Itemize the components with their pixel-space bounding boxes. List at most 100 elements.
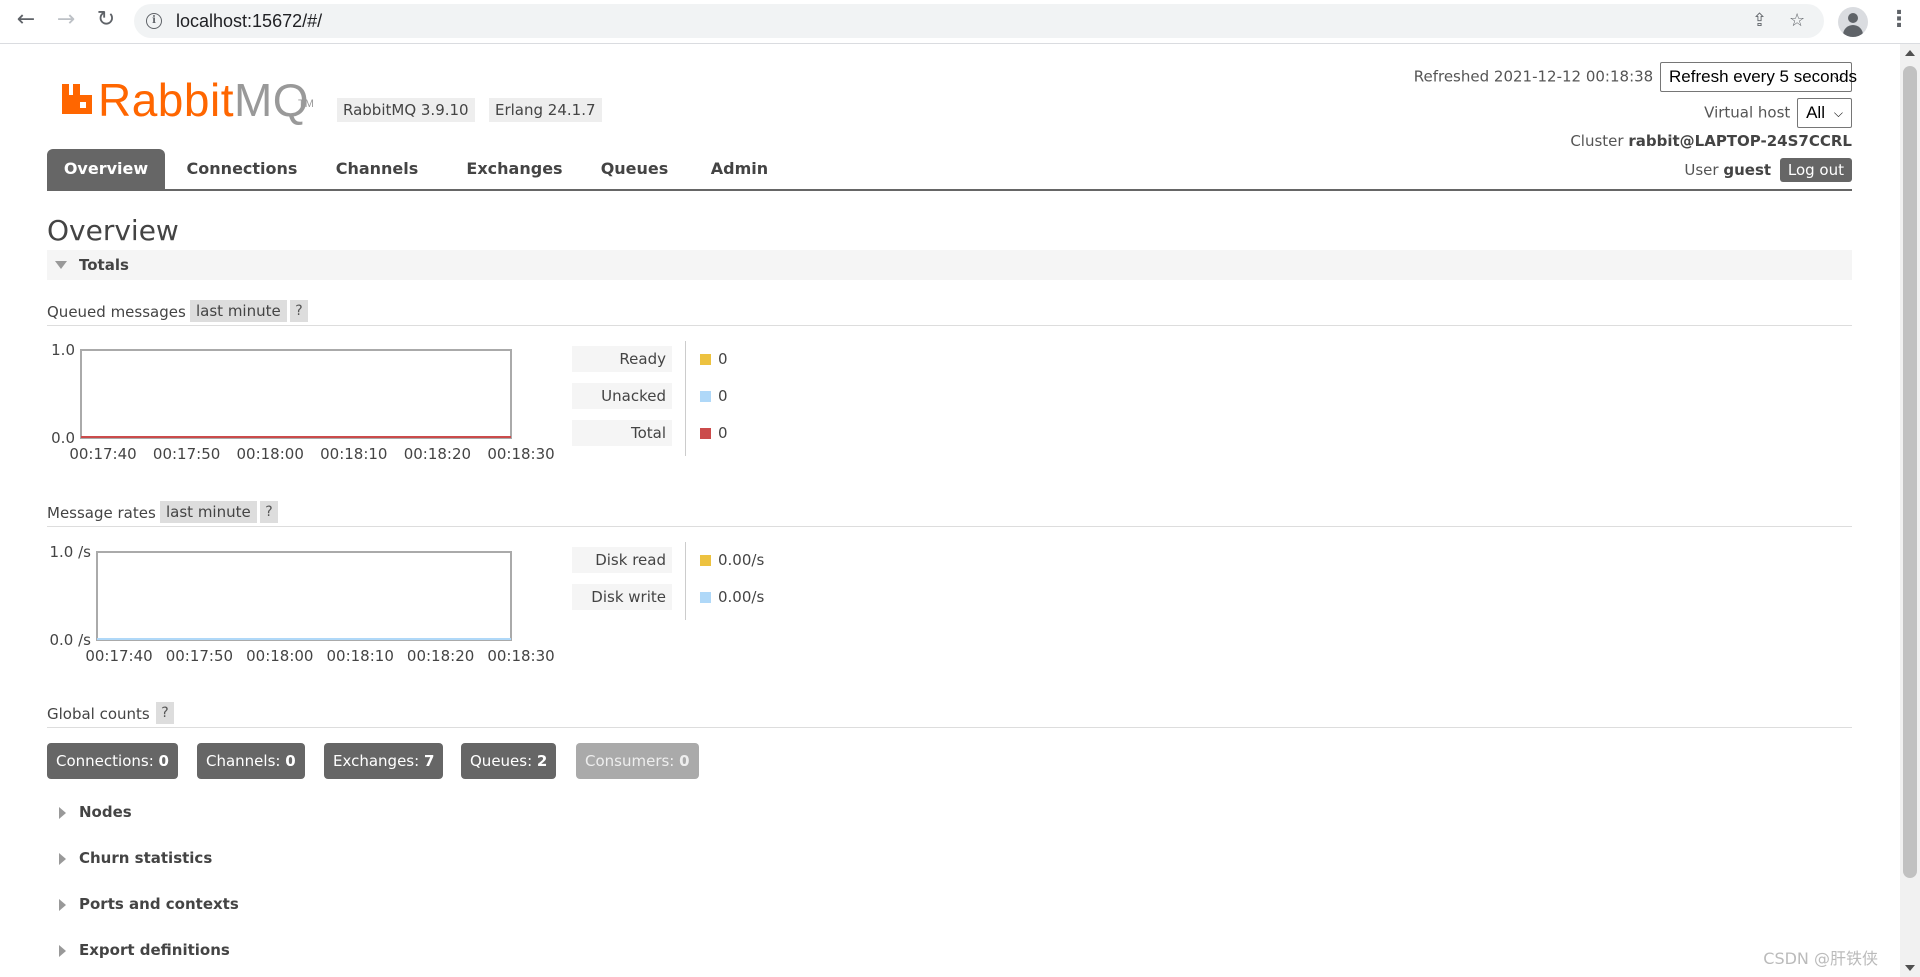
scroll-down-arrow-icon[interactable]: [1905, 965, 1915, 971]
x-tick-label: 00:17:50: [166, 647, 233, 665]
chevron-down-icon: ⌵: [1833, 106, 1843, 120]
section-label: Nodes: [79, 803, 132, 821]
count-value: 7: [423, 752, 435, 770]
logo-text-rabbit: Rabbit: [98, 74, 234, 126]
section-nodes[interactable]: Nodes: [47, 801, 847, 827]
legend-divider: [685, 341, 686, 456]
legend-divider: [685, 542, 686, 620]
legend-value: 0.00/s: [718, 551, 765, 569]
main-nav-tabs: Overview Connections Channels Exchanges …: [47, 149, 1852, 191]
vhost-select[interactable]: All ⌵: [1797, 98, 1852, 128]
legend-value: 0: [718, 350, 728, 368]
message-rates-chart-svg: 1.0 /s0.0 /s00:17:40 00:17:50 00:18:00 00:1…: [50, 543, 555, 665]
rabbitmq-version-badge: RabbitMQ 3.9.10: [337, 98, 475, 122]
tab-overview[interactable]: Overview: [47, 149, 165, 189]
browser-toolbar: ← → ↻ i localhost:15672/#/ ⇪ ☆ ⋮: [0, 0, 1920, 44]
browser-menu-icon[interactable]: ⋮: [1888, 8, 1910, 32]
queued-messages-chart-svg: 1.00.000:17:40 00:17:50 00:18:00 00:18:10 00…: [51, 341, 555, 463]
collapsed-triangle-icon: [59, 899, 66, 911]
legend-label-total: Total: [572, 420, 672, 446]
legend-swatch: [700, 592, 711, 603]
x-tick-label: 00:18:30: [487, 647, 554, 665]
legend-value: 0.00/s: [718, 588, 765, 606]
global-counts-header: Global counts ?: [47, 701, 1852, 728]
section-export-definitions[interactable]: Export definitions: [47, 939, 847, 965]
count-label: Consumers:: [585, 752, 680, 770]
legend-swatch: [700, 391, 711, 402]
legend-swatch: [700, 428, 711, 439]
message-rates-help-button[interactable]: ?: [260, 501, 278, 523]
vhost-value: All: [1806, 103, 1825, 122]
message-rates-chart: 1.0 /s 0.0 /s 00:17:40 00:17:50 00:18:00 00:1…: [38, 542, 558, 676]
count-label: Exchanges:: [333, 752, 424, 770]
global-counts-title: Global counts: [47, 705, 150, 723]
totals-section-header[interactable]: Totals: [47, 250, 1852, 280]
watermark-text: CSDN @肝铁侠: [1763, 949, 1878, 968]
address-bar[interactable]: i localhost:15672/#/ ⇪ ☆: [134, 4, 1824, 38]
refresh-interval-select[interactable]: Refresh every 5 seconds ⌵: [1660, 62, 1857, 92]
scroll-up-arrow-icon[interactable]: [1905, 50, 1915, 56]
url-text[interactable]: localhost:15672/#/: [176, 11, 322, 32]
y-tick-label: 1.0: [51, 341, 75, 359]
legend-label-disk-read: Disk read: [572, 547, 672, 573]
queued-messages-chart: 1.0 0.0 00:17:40 00:17:50 00:18:00 00:18:10 00…: [38, 340, 558, 474]
section-label: Export definitions: [79, 941, 230, 959]
collapsed-triangle-icon: [59, 945, 66, 957]
global-counts-help-button[interactable]: ?: [156, 702, 174, 724]
count-queues-button[interactable]: Queues: 2: [461, 743, 557, 779]
x-tick-label: 00:18:10: [327, 647, 394, 665]
count-exchanges-button[interactable]: Exchanges: 7: [324, 743, 444, 779]
tab-queues[interactable]: Queues: [592, 149, 677, 189]
tab-channels[interactable]: Channels: [327, 149, 427, 189]
queued-messages-header: Queued messages last minute ?: [47, 299, 1852, 326]
legend-value: 0: [718, 424, 728, 442]
count-value: 0: [679, 752, 690, 770]
queued-messages-title: Queued messages: [47, 303, 186, 321]
queued-messages-help-button[interactable]: ?: [290, 300, 308, 322]
x-tick-label: 00:18:00: [237, 445, 304, 463]
x-tick-label: 00:18:00: [246, 647, 313, 665]
legend-label-unacked: Unacked: [572, 383, 672, 409]
totals-section-label: Totals: [79, 256, 129, 274]
page-scrollbar[interactable]: [1900, 44, 1920, 977]
profile-avatar-icon[interactable]: [1838, 7, 1868, 37]
message-rates-range[interactable]: last minute: [160, 501, 257, 523]
y-tick-label: 1.0 /s: [50, 543, 92, 561]
x-tick-label: 00:17:50: [153, 445, 220, 463]
vhost-label: Virtual host: [1704, 103, 1791, 122]
chevron-down-icon: ⌵: [1833, 70, 1843, 84]
section-ports-and-contexts[interactable]: Ports and contexts: [47, 893, 847, 919]
reload-icon[interactable]: ↻: [92, 6, 120, 34]
section-churn-statistics[interactable]: Churn statistics: [47, 847, 847, 873]
count-label: Channels:: [206, 752, 286, 770]
message-rates-header: Message rates last minute ?: [47, 500, 1852, 527]
chart-plot-area: [80, 349, 512, 439]
site-info-icon[interactable]: i: [146, 13, 162, 29]
count-channels-button[interactable]: Channels: 0: [197, 743, 305, 779]
share-icon[interactable]: ⇪: [1752, 10, 1767, 31]
logo-trademark: TM: [298, 98, 314, 110]
x-tick-label: 00:18:30: [487, 445, 554, 463]
count-consumers-button[interactable]: Consumers: 0: [576, 743, 699, 779]
count-value: 2: [536, 752, 548, 770]
x-tick-label: 00:18:20: [407, 647, 474, 665]
legend-value: 0: [718, 387, 728, 405]
legend-swatch: [700, 555, 711, 566]
tab-admin[interactable]: Admin: [702, 149, 777, 189]
vhost-row: Virtual host All ⌵: [1704, 98, 1852, 128]
forward-icon[interactable]: →: [52, 6, 80, 34]
count-label: Connections:: [56, 752, 159, 770]
queued-messages-range[interactable]: last minute: [190, 300, 287, 322]
tab-exchanges[interactable]: Exchanges: [457, 149, 572, 189]
x-tick-label: 00:18:10: [320, 445, 387, 463]
bookmark-star-icon[interactable]: ☆: [1789, 10, 1805, 31]
expanded-triangle-icon: [55, 261, 67, 269]
erlang-version-badge: Erlang 24.1.7: [489, 98, 602, 122]
count-label: Queues:: [470, 752, 537, 770]
scrollbar-thumb[interactable]: [1903, 66, 1917, 878]
page-content: RabbitMQ TM RabbitMQ 3.9.10 Erlang 24.1.…: [0, 44, 1900, 977]
refreshed-timestamp: Refreshed 2021-12-12 00:18:38: [1413, 67, 1654, 86]
tab-connections[interactable]: Connections: [177, 149, 307, 189]
count-connections-button[interactable]: Connections: 0: [47, 743, 178, 779]
back-icon[interactable]: ←: [12, 6, 40, 34]
